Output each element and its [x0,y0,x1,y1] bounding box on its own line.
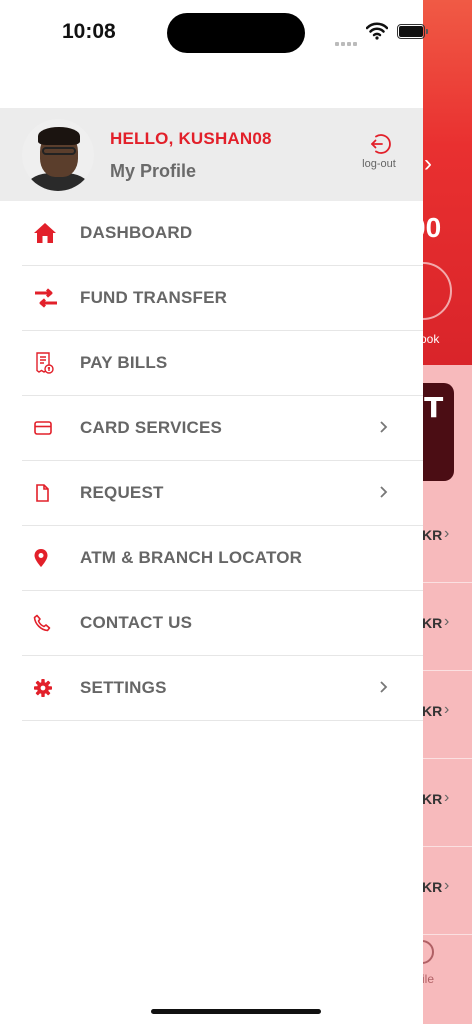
background-profile-tab: ofile [410,940,472,990]
dynamic-island [167,13,305,53]
bill-icon [22,351,68,375]
menu-item-contact-us[interactable]: CONTACT US [22,591,423,656]
menu-item-label: CONTACT US [80,613,193,632]
currency-fragment: KR [422,879,443,895]
gear-icon [22,678,68,698]
card-icon [22,420,68,436]
greeting-text: HELLO, KUSHAN08 [110,129,272,148]
background-row: KR › [422,671,472,759]
chevron-right-icon [380,681,388,693]
chevron-right-icon: › [444,701,450,718]
menu-item-settings[interactable]: SETTINGS [22,656,423,721]
chevron-right-icon: › [424,150,432,177]
logout-button[interactable]: log-out [355,132,403,170]
chevron-right-icon [380,486,388,498]
my-profile-link[interactable]: My Profile [110,161,196,182]
chevron-right-icon: › [444,877,450,894]
status-time: 10:08 [62,20,116,43]
signal-icon [335,33,359,51]
battery-icon [397,24,428,39]
phone-icon [22,614,68,632]
currency-fragment: KR [422,527,443,543]
menu-item-atm-branch-locator[interactable]: ATM & BRANCH LOCATOR [22,526,423,591]
background-row: KR › [422,847,472,935]
currency-fragment: KR [422,703,443,719]
background-row: KR › [422,583,472,671]
home-indicator[interactable] [151,1009,321,1014]
currency-fragment: KR [422,791,443,807]
chevron-right-icon: › [444,789,450,806]
menu-item-label: REQUEST [80,483,164,502]
menu-item-label: DASHBOARD [80,223,193,242]
menu-item-label: PAY BILLS [80,353,168,372]
currency-fragment: KR [422,615,443,631]
menu-item-label: ATM & BRANCH LOCATOR [80,548,303,567]
wifi-icon [366,22,388,40]
status-bar: 10:08 [0,0,472,62]
chevron-right-icon: › [444,525,450,542]
home-icon [22,222,68,244]
chevron-right-icon [380,421,388,433]
document-icon [22,483,68,503]
logout-label: log-out [362,158,396,170]
menu-item-dashboard[interactable]: DASHBOARD [22,201,423,266]
menu-item-pay-bills[interactable]: PAY BILLS [22,331,423,396]
menu-item-label: FUND TRANSFER [80,288,228,307]
avatar[interactable] [22,119,94,191]
navigation-drawer: HELLO, KUSHAN08 My Profile log-out DASHB… [0,0,423,1024]
menu-item-label: SETTINGS [80,678,167,697]
transfer-icon [22,288,68,308]
menu-item-label: CARD SERVICES [80,418,223,437]
location-pin-icon [22,548,68,568]
background-row: KR › [422,759,472,847]
menu-item-fund-transfer[interactable]: FUND TRANSFER [22,266,423,331]
chevron-right-icon: › [444,613,450,630]
background-row: KR › [422,495,472,583]
drawer-menu: DASHBOARD FUND TRANSFER PAY BILLS CARD S… [22,201,423,721]
profile-header: HELLO, KUSHAN08 My Profile log-out [0,108,423,201]
menu-item-card-services[interactable]: CARD SERVICES [22,396,423,461]
logout-icon [371,134,391,154]
menu-item-request[interactable]: REQUEST [22,461,423,526]
